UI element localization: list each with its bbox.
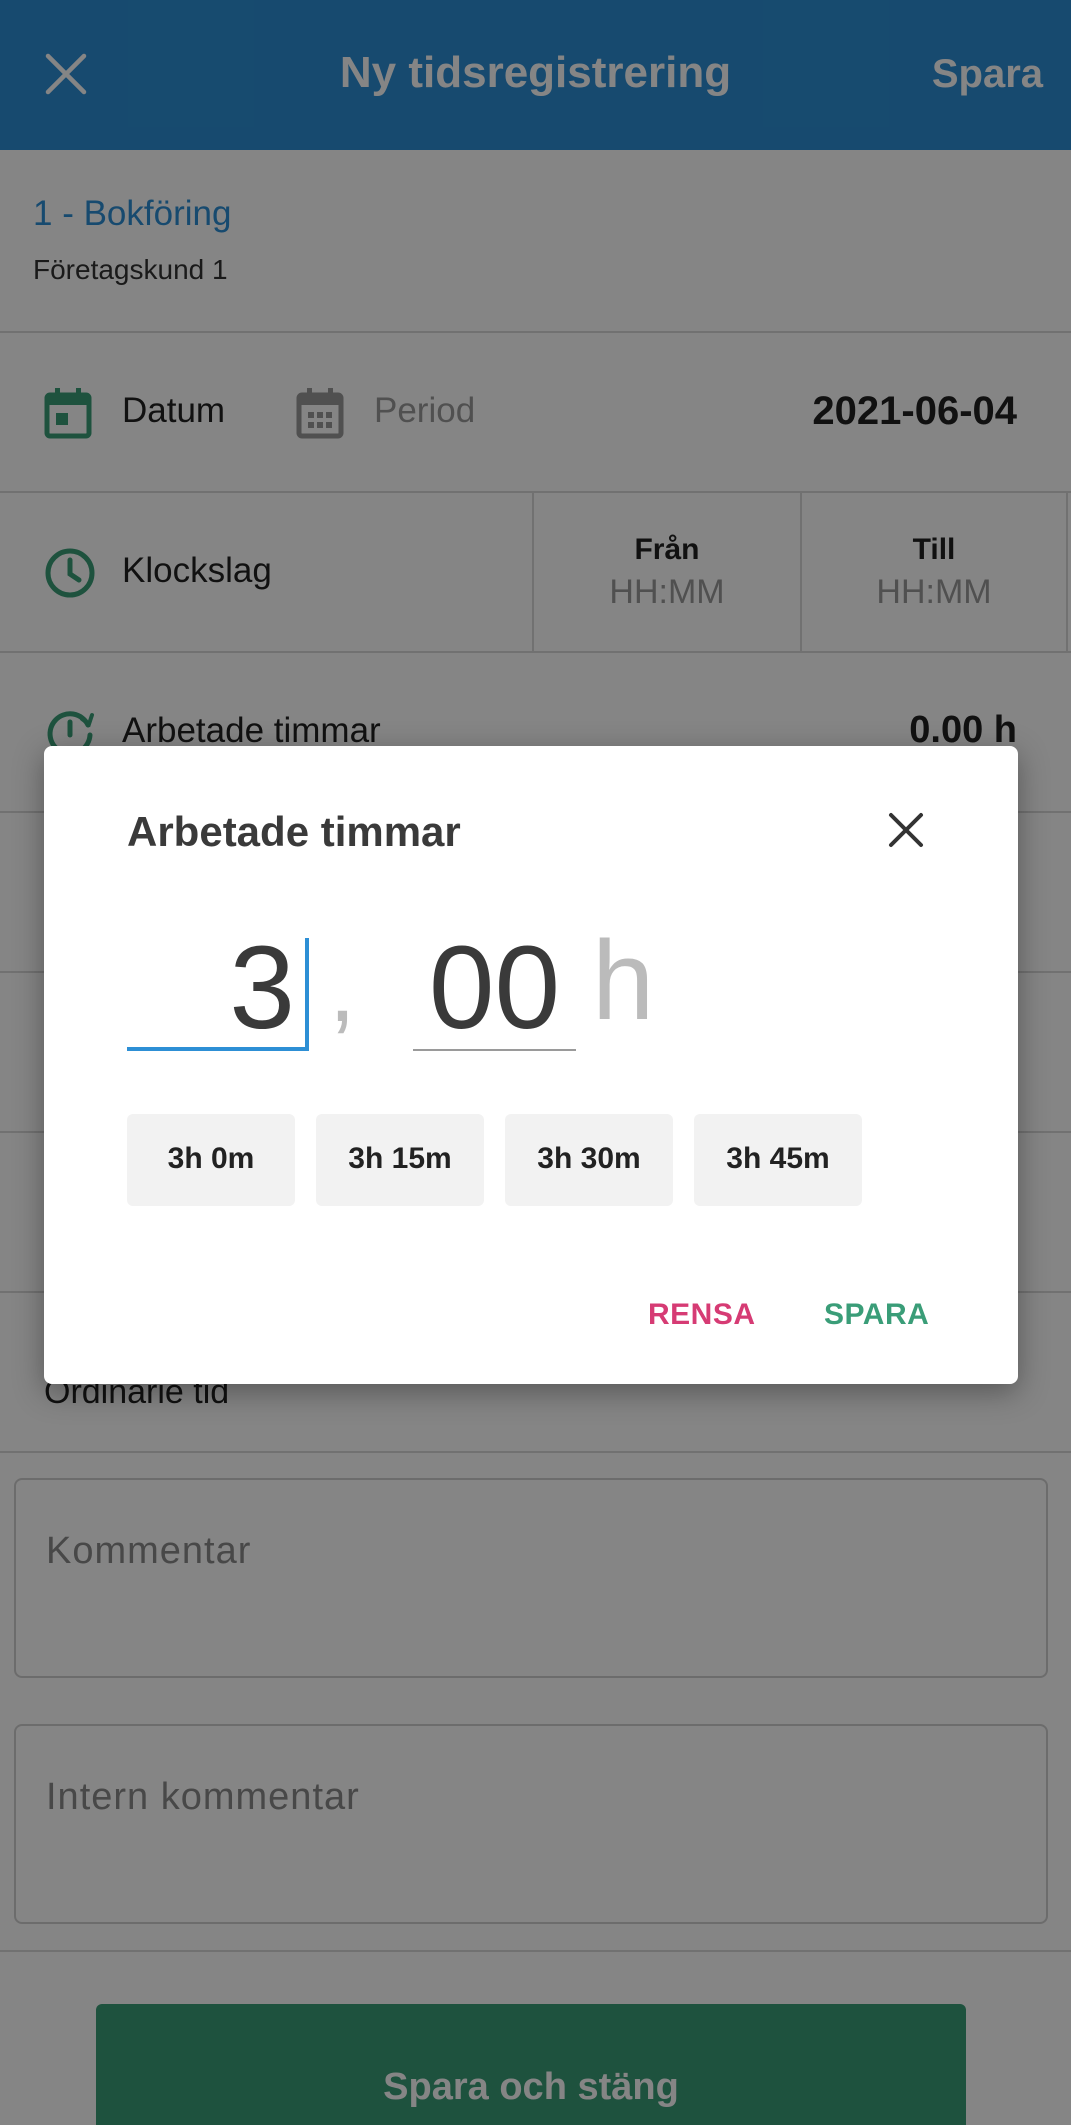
quick-select-chip[interactable]: 3h 15m: [316, 1114, 484, 1206]
clear-button[interactable]: RENSA: [648, 1298, 756, 1332]
hours-input[interactable]: 3: [127, 922, 309, 1054]
text-caret: [305, 938, 309, 1050]
unit-label: h: [592, 918, 655, 1043]
chip-label: 3h 45m: [726, 1142, 830, 1175]
close-icon[interactable]: [886, 810, 926, 850]
dialog-title: Arbetade timmar: [127, 808, 461, 855]
worked-hours-dialog: Arbetade timmar 3 , 00 h 3h 0m 3h 15m 3h…: [44, 746, 1018, 1384]
quick-select-chip[interactable]: 3h 0m: [127, 1114, 295, 1206]
minutes-input[interactable]: 00: [413, 922, 576, 1054]
quick-select-chip[interactable]: 3h 30m: [505, 1114, 673, 1206]
chip-label: 3h 0m: [167, 1142, 255, 1175]
chip-label: 3h 15m: [348, 1142, 452, 1175]
dialog-save-button[interactable]: SPARA: [824, 1298, 929, 1332]
quick-select-chip[interactable]: 3h 45m: [694, 1114, 862, 1206]
chip-label: 3h 30m: [537, 1142, 641, 1175]
decimal-separator: ,: [329, 935, 356, 1042]
hours-input-value: 3: [229, 922, 295, 1054]
minutes-input-value: 00: [428, 922, 561, 1054]
